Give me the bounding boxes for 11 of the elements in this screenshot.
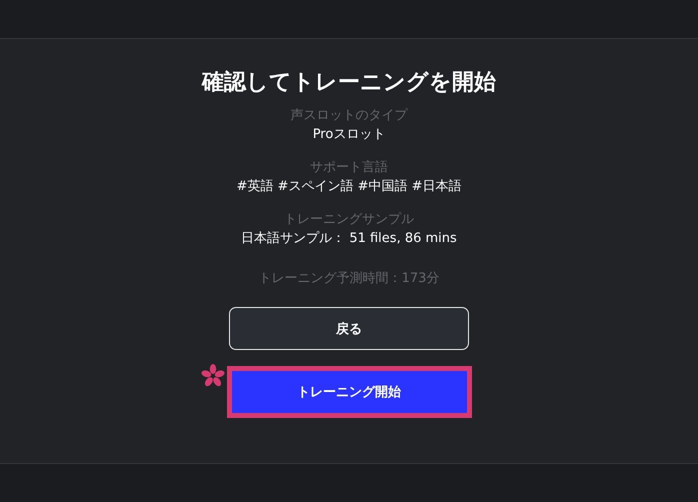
flower-icon bbox=[200, 364, 224, 388]
dialog-title: 確認してトレーニングを開始 bbox=[202, 69, 496, 97]
start-training-button[interactable]: トレーニング開始 bbox=[226, 366, 472, 418]
field-label: 声スロットのタイプ bbox=[290, 107, 408, 125]
field-value: #英語 #スペイン語 #中国語 #日本語 bbox=[236, 178, 462, 196]
back-button[interactable]: 戻る bbox=[229, 307, 469, 350]
field-label: サポート言語 bbox=[310, 159, 388, 177]
field-value: Proスロット bbox=[312, 126, 386, 144]
field-label: トレーニングサンプル bbox=[284, 211, 414, 229]
estimate-text: トレーニング予測時間：173分 bbox=[258, 270, 440, 287]
field-value: 日本語サンプル： 51 files, 86 mins bbox=[241, 230, 457, 248]
